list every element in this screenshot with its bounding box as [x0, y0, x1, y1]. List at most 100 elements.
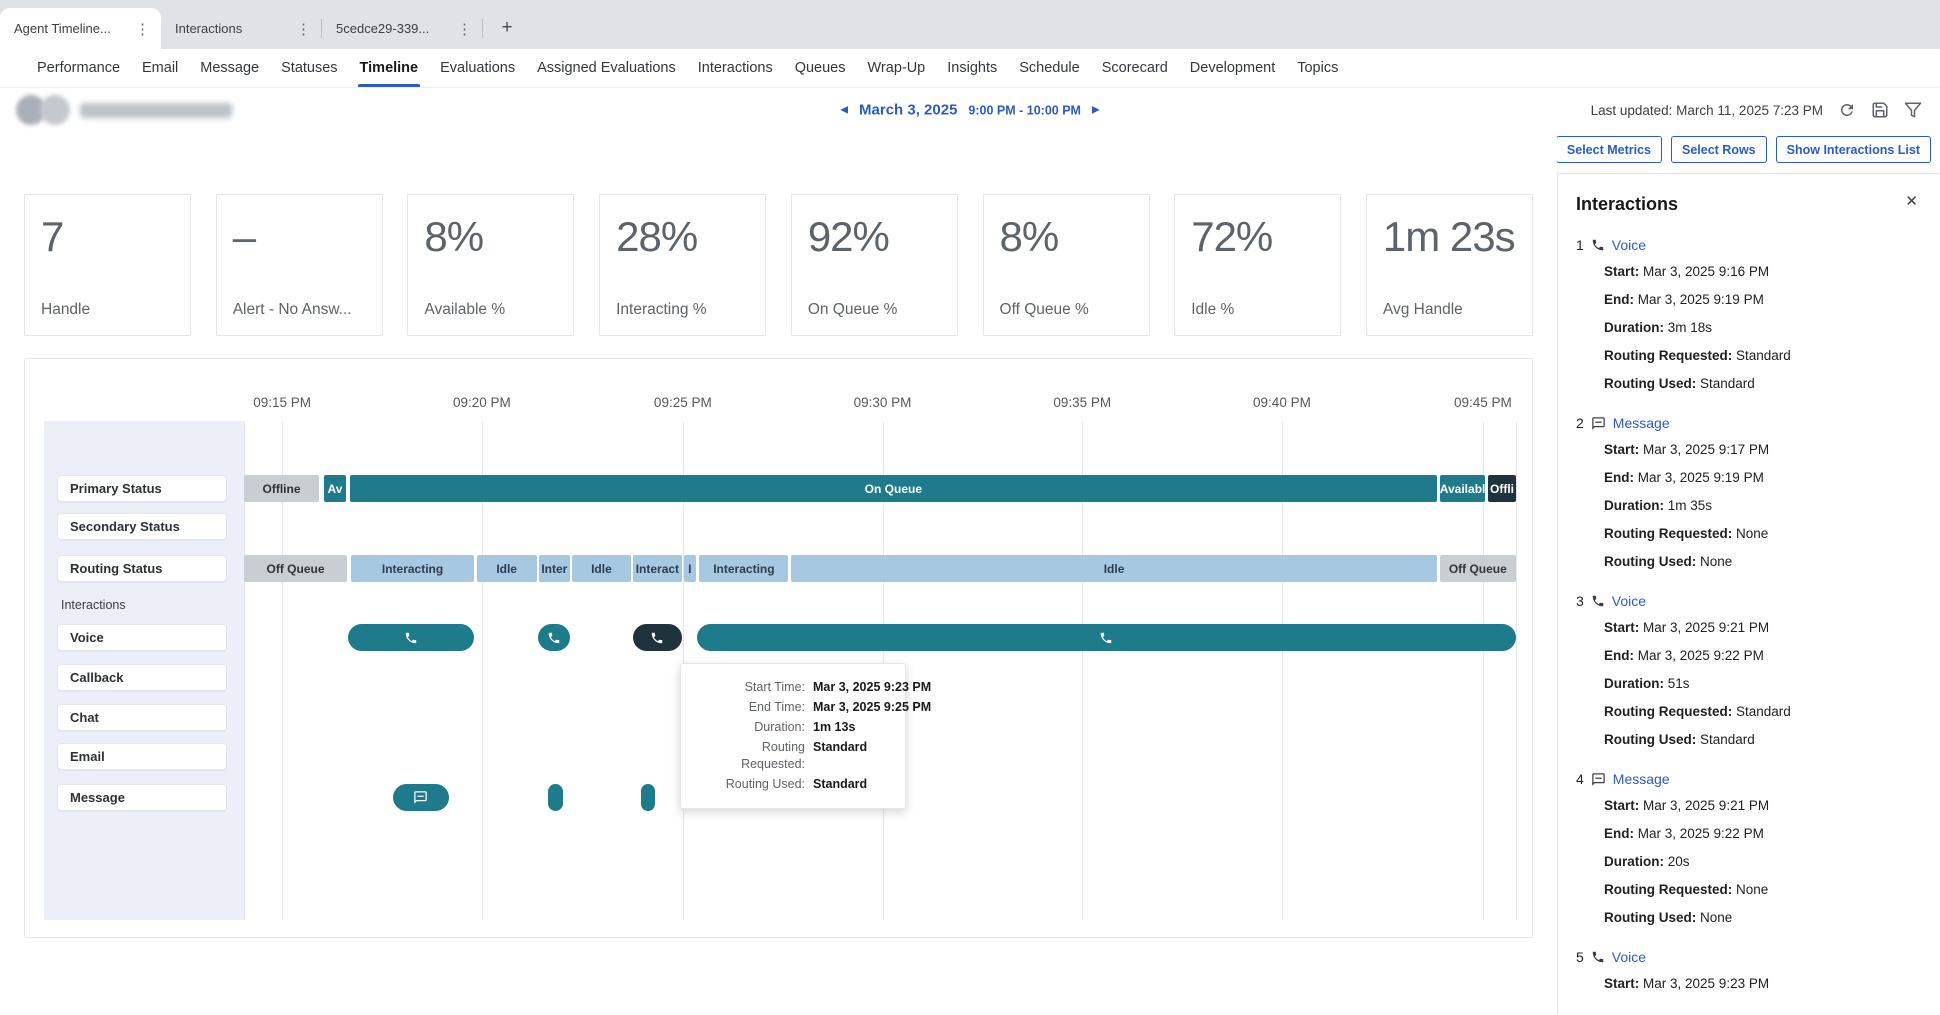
- interaction-field: Routing Used: None: [1604, 908, 1922, 927]
- nav-tab-wrap-up[interactable]: Wrap-Up: [857, 49, 937, 87]
- metric-value: 72%: [1191, 213, 1324, 261]
- message-interaction-bar[interactable]: [393, 784, 449, 811]
- show-interactions-list-button[interactable]: Show Interactions List: [1776, 136, 1931, 163]
- chat-icon: [1591, 416, 1606, 431]
- tab-menu-icon[interactable]: ⋮: [454, 20, 475, 38]
- new-tab-button[interactable]: +: [493, 14, 521, 42]
- bar-label: Offline: [263, 482, 301, 496]
- save-icon[interactable]: [1871, 101, 1889, 119]
- row-label-routing-status[interactable]: Routing Status: [57, 555, 227, 582]
- select-metrics-button[interactable]: Select Metrics: [1557, 136, 1662, 163]
- routing-status-bar[interactable]: Idle: [477, 555, 537, 582]
- metric-value: 1m 23s: [1383, 213, 1516, 261]
- tab-menu-icon[interactable]: ⋮: [132, 20, 153, 38]
- routing-status-bar[interactable]: Interacting: [699, 555, 788, 582]
- select-rows-button[interactable]: Select Rows: [1671, 136, 1767, 163]
- routing-status-bar[interactable]: Idle: [572, 555, 631, 582]
- interaction-field: Routing Requested: Standard: [1604, 702, 1922, 721]
- tooltip-label: Routing Used:: [695, 776, 813, 793]
- metric-card-avg-handle: 1m 23sAvg Handle: [1366, 194, 1533, 336]
- nav-tab-message[interactable]: Message: [189, 49, 270, 87]
- browser-tab-agent-timeline[interactable]: Agent Timeline...⋮: [0, 8, 161, 49]
- metric-card-alert-no-answ: –Alert - No Answ...: [216, 194, 383, 336]
- routing-status-bar[interactable]: I: [684, 555, 695, 582]
- voice-interaction-bar[interactable]: [538, 624, 570, 651]
- time-axis-label: 09:30 PM: [854, 395, 912, 410]
- voice-interaction-bar[interactable]: [348, 624, 474, 651]
- row-label-message[interactable]: Message: [57, 784, 227, 811]
- routing-status-bar[interactable]: Inter: [539, 555, 570, 582]
- metric-label: Off Queue %: [1000, 301, 1133, 319]
- nav-tab-interactions[interactable]: Interactions: [687, 49, 784, 87]
- nav-tab-statuses[interactable]: Statuses: [270, 49, 348, 87]
- interaction-type-link[interactable]: Voice: [1612, 237, 1646, 253]
- message-interaction-bar[interactable]: [548, 784, 563, 811]
- interaction-item-header: 4Message: [1576, 771, 1922, 787]
- primary-status-bar[interactable]: Offline: [244, 475, 319, 502]
- interaction-field: Routing Requested: None: [1604, 524, 1922, 543]
- interaction-field: Routing Used: None: [1604, 552, 1922, 571]
- tooltip-value: Standard: [813, 739, 867, 773]
- phone-icon: [404, 631, 418, 645]
- nav-tab-assigned-evaluations[interactable]: Assigned Evaluations: [526, 49, 687, 87]
- time-axis-label: 09:40 PM: [1253, 395, 1311, 410]
- browser-tab-interactions[interactable]: Interactions⋮: [161, 8, 322, 49]
- filter-icon[interactable]: [1904, 101, 1922, 119]
- interaction-type-link[interactable]: Voice: [1612, 949, 1646, 965]
- close-icon[interactable]: ✕: [1905, 192, 1918, 210]
- nav-tab-development[interactable]: Development: [1179, 49, 1286, 87]
- metric-cards: 7Handle–Alert - No Answ...8%Available %2…: [24, 194, 1533, 336]
- tooltip-row: Routing Requested:Standard: [695, 739, 891, 773]
- nav-tab-insights[interactable]: Insights: [936, 49, 1008, 87]
- interaction-type-link[interactable]: Message: [1613, 415, 1670, 431]
- routing-status-bar[interactable]: Off Queue: [1440, 555, 1516, 582]
- voice-interaction-bar[interactable]: [697, 624, 1516, 651]
- metric-label: Alert - No Answ...: [233, 301, 366, 319]
- tooltip-label: Start Time:: [695, 679, 813, 696]
- nav-tab-evaluations[interactable]: Evaluations: [429, 49, 526, 87]
- routing-status-bar[interactable]: Interacting: [351, 555, 474, 582]
- routing-status-bar[interactable]: Interact: [633, 555, 681, 582]
- row-label-secondary-status[interactable]: Secondary Status: [57, 513, 227, 540]
- toolbar-buttons: Select Metrics Select Rows Show Interact…: [1557, 132, 1940, 163]
- nav-tab-schedule[interactable]: Schedule: [1008, 49, 1090, 87]
- next-date-button[interactable]: ▶: [1092, 105, 1100, 116]
- nav-tab-queues[interactable]: Queues: [784, 49, 857, 87]
- row-label-primary-status[interactable]: Primary Status: [57, 475, 227, 502]
- tab-menu-icon[interactable]: ⋮: [293, 20, 314, 38]
- nav-tab-topics[interactable]: Topics: [1286, 49, 1349, 87]
- tooltip-value: 1m 13s: [813, 719, 855, 736]
- interaction-type-link[interactable]: Message: [1613, 771, 1670, 787]
- interaction-index: 5: [1576, 949, 1584, 965]
- tooltip-value: Mar 3, 2025 9:25 PM: [813, 699, 931, 716]
- metric-card-on-queue: 92%On Queue %: [791, 194, 958, 336]
- browser-tab-5cedce29-339[interactable]: 5cedce29-339...⋮: [322, 8, 483, 49]
- metric-card-handle: 7Handle: [24, 194, 191, 336]
- row-label-chat[interactable]: Chat: [57, 704, 227, 731]
- interaction-field: Duration: 3m 18s: [1604, 318, 1922, 337]
- routing-status-bar[interactable]: Idle: [791, 555, 1437, 582]
- row-label-voice[interactable]: Voice: [57, 624, 227, 651]
- primary-status-bar[interactable]: Offli: [1488, 475, 1516, 502]
- interaction-type-link[interactable]: Voice: [1612, 593, 1646, 609]
- voice-interaction-bar[interactable]: [633, 624, 681, 651]
- interaction-field: End: Mar 3, 2025 9:22 PM: [1604, 824, 1922, 843]
- prev-date-button[interactable]: ◀: [840, 105, 848, 116]
- nav-tab-performance[interactable]: Performance: [26, 49, 131, 87]
- tooltip-row: Routing Used:Standard: [695, 776, 891, 793]
- refresh-icon[interactable]: [1838, 101, 1856, 119]
- interaction-item-header: 2Message: [1576, 415, 1922, 431]
- nav-tab-timeline[interactable]: Timeline: [349, 49, 430, 87]
- row-label-callback[interactable]: Callback: [57, 664, 227, 691]
- routing-status-bar[interactable]: Off Queue: [244, 555, 347, 582]
- tooltip-label: Routing Requested:: [695, 739, 813, 773]
- nav-tab-scorecard[interactable]: Scorecard: [1091, 49, 1179, 87]
- primary-status-bar[interactable]: Availabl: [1440, 475, 1486, 502]
- primary-status-bar[interactable]: On Queue: [350, 475, 1438, 502]
- time-axis-label: 09:20 PM: [453, 395, 511, 410]
- primary-status-bar[interactable]: Av: [324, 475, 346, 502]
- row-label-email[interactable]: Email: [57, 743, 227, 770]
- interaction-field: Routing Requested: None: [1604, 880, 1922, 899]
- nav-tab-email[interactable]: Email: [131, 49, 189, 87]
- message-interaction-bar[interactable]: [641, 784, 655, 811]
